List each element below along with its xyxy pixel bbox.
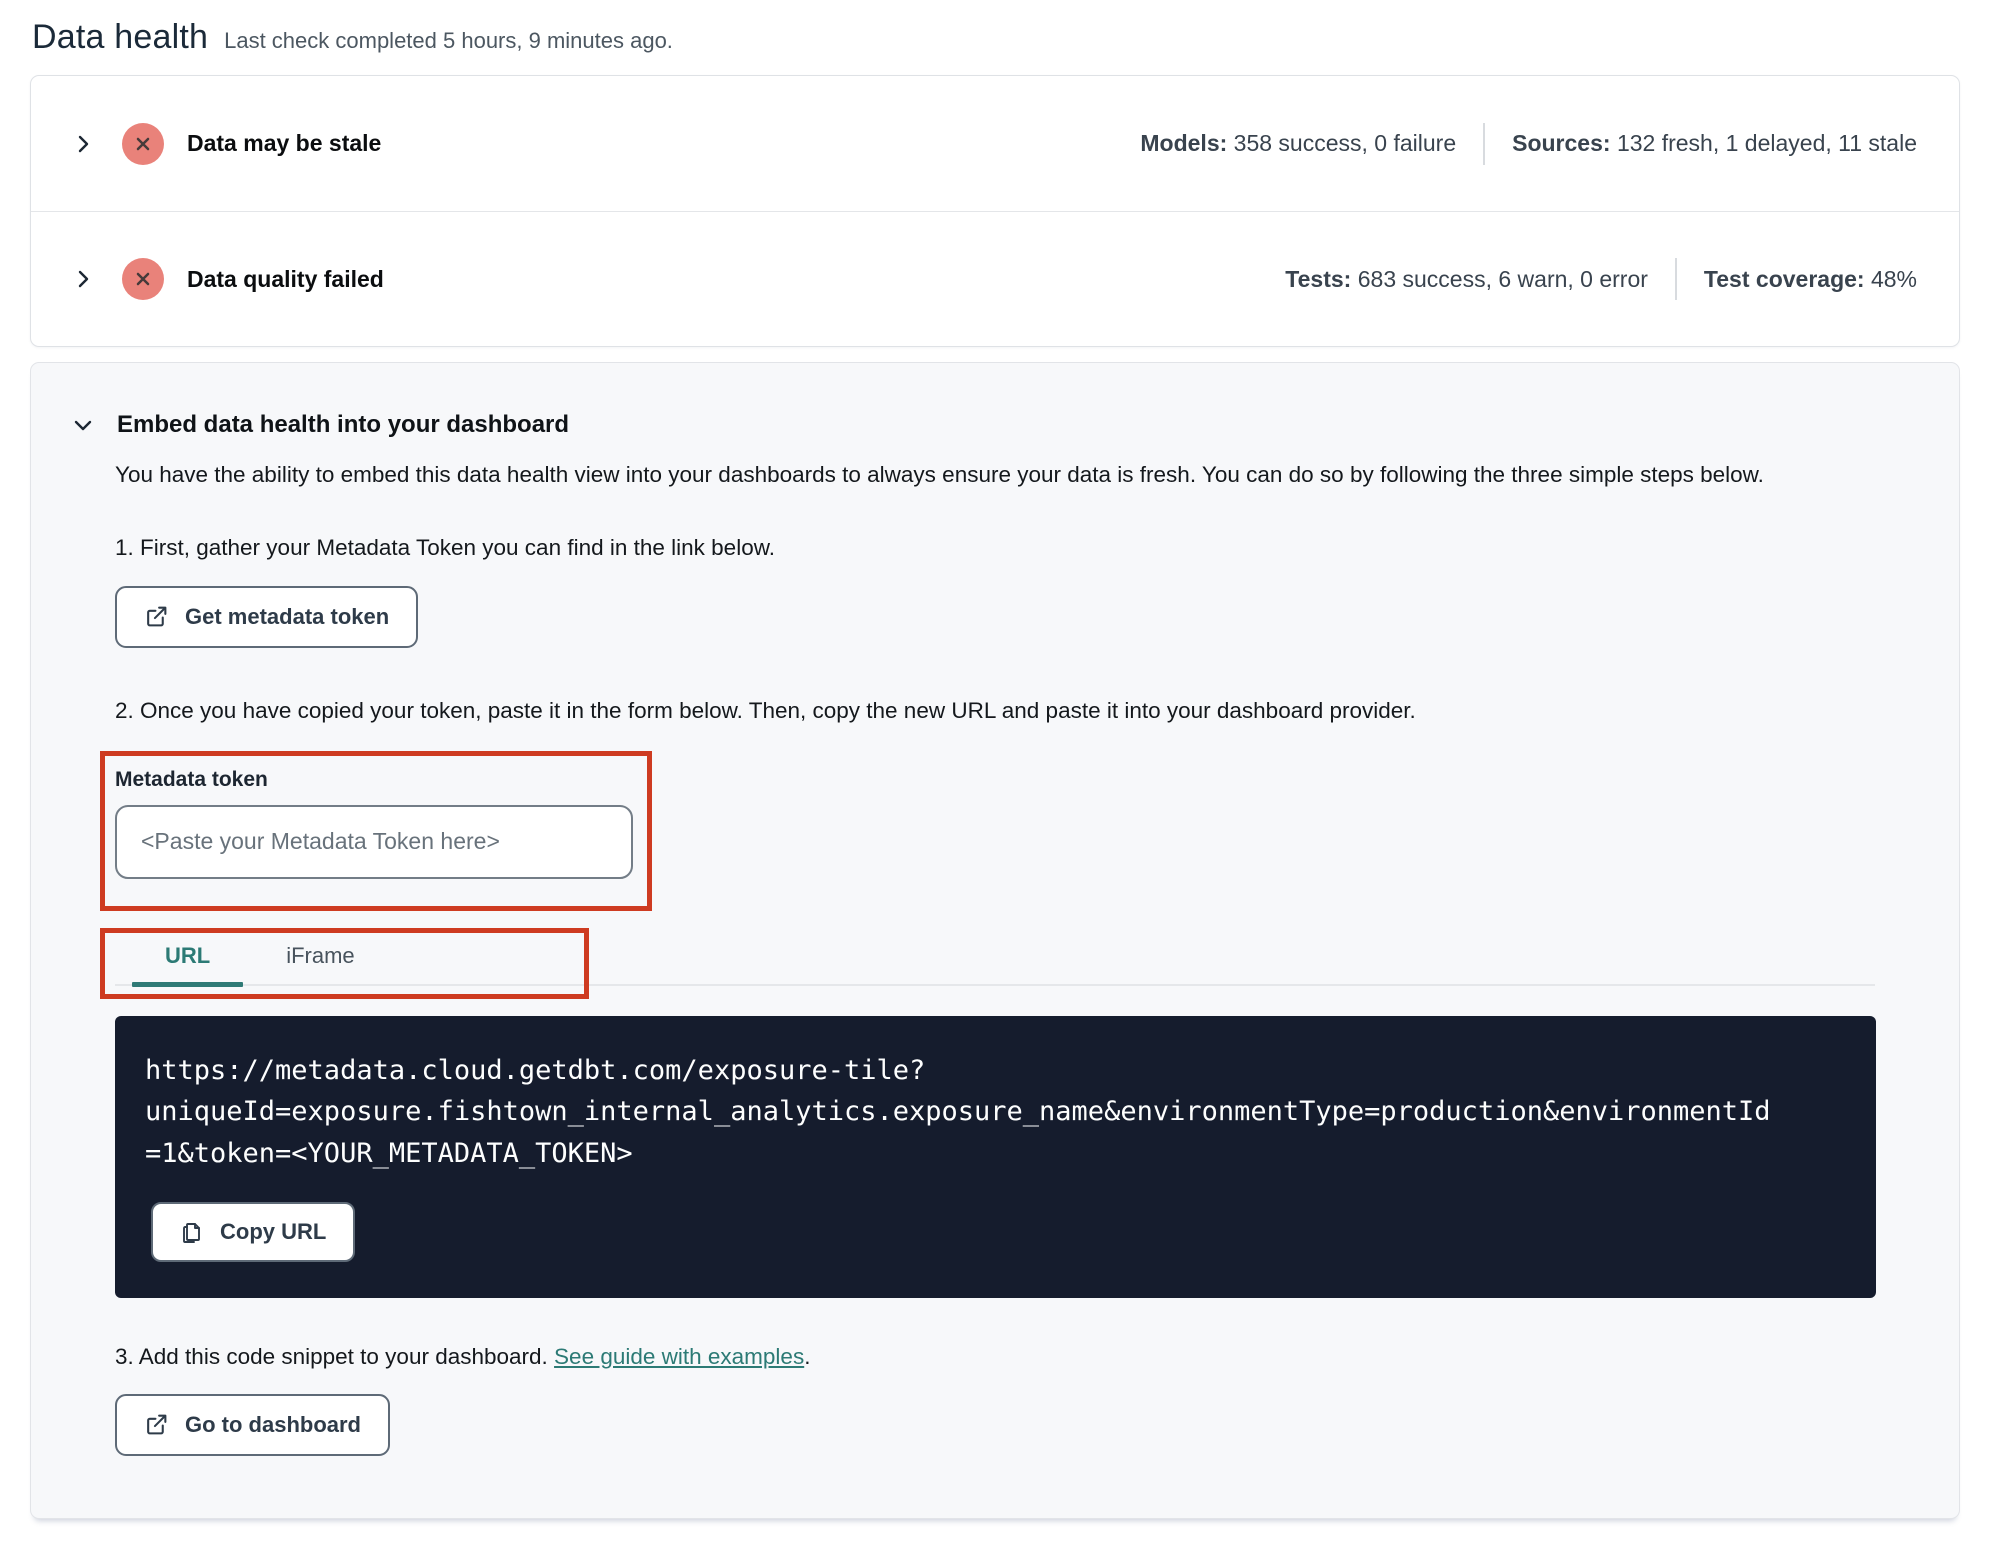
token-field-label: Metadata token xyxy=(115,767,268,791)
embed-url-line: uniqueId=exposure.fishtown_internal_anal… xyxy=(145,1096,1771,1128)
error-x-circle-icon xyxy=(122,258,164,300)
status-row-stats: Models: 358 success, 0 failure Sources: … xyxy=(1140,122,1917,165)
status-row-title: Data may be stale xyxy=(187,130,382,156)
tests-stat-value: 683 success, 6 warn, 0 error xyxy=(1357,265,1648,292)
status-row-data-stale[interactable]: Data may be stale Models: 358 success, 0… xyxy=(31,76,1959,211)
go-to-dashboard-button[interactable]: Go to dashboard xyxy=(115,1393,390,1456)
test-coverage-stat-value: 48% xyxy=(1870,265,1917,292)
annotation-box-token-field: Metadata token xyxy=(100,750,652,911)
get-metadata-token-button[interactable]: Get metadata token xyxy=(115,585,419,648)
models-stat-value: 358 success, 0 failure xyxy=(1233,130,1457,156)
chevron-right-icon[interactable] xyxy=(71,267,95,291)
copy-url-label: Copy URL xyxy=(220,1218,327,1244)
data-health-page: Data health Last check completed 5 hours… xyxy=(0,0,1990,1519)
step-3-prefix: 3. Add this code snippet to your dashboa… xyxy=(115,1343,555,1369)
output-tab-bar: URL iFrame xyxy=(115,926,1875,987)
stat-divider xyxy=(1674,258,1677,300)
embed-section-header[interactable]: Embed data health into your dashboard xyxy=(71,411,1919,439)
tab-iframe[interactable]: iFrame xyxy=(248,926,392,984)
sources-stat-label: Sources: xyxy=(1512,130,1611,156)
tests-stat-label: Tests: xyxy=(1285,265,1352,292)
chevron-right-icon[interactable] xyxy=(71,132,95,156)
models-stat-label: Models: xyxy=(1140,130,1228,156)
test-coverage-stat-label: Test coverage: xyxy=(1703,265,1865,292)
page-title: Data health xyxy=(32,18,209,56)
go-to-dashboard-label: Go to dashboard xyxy=(185,1411,361,1437)
copy-url-button[interactable]: Copy URL xyxy=(151,1201,356,1262)
page-header: Data health Last check completed 5 hours… xyxy=(30,14,1960,75)
status-row-data-quality[interactable]: Data quality failed Tests: 683 success, … xyxy=(31,211,1959,346)
output-tabs-area: URL iFrame xyxy=(100,926,1919,999)
get-metadata-token-label: Get metadata token xyxy=(185,603,390,629)
metadata-token-input[interactable] xyxy=(115,804,633,879)
models-stat: Models: 358 success, 0 failure xyxy=(1140,130,1456,157)
error-x-circle-icon xyxy=(122,122,164,165)
step-3-suffix: . xyxy=(804,1343,811,1369)
status-row-title: Data quality failed xyxy=(187,265,384,292)
step-3-text: 3. Add this code snippet to your dashboa… xyxy=(115,1344,1919,1370)
external-link-icon xyxy=(147,607,167,627)
status-panel: Data may be stale Models: 358 success, 0… xyxy=(30,75,1960,347)
step-1-text: 1. First, gather your Metadata Token you… xyxy=(115,534,775,560)
guide-examples-link[interactable]: See guide with examples xyxy=(554,1344,804,1369)
tab-url[interactable]: URL xyxy=(127,926,248,987)
embed-url-line: =1&token=<YOUR_METADATA_TOKEN> xyxy=(145,1137,633,1169)
embed-description: You have the ability to embed this data … xyxy=(115,462,1764,487)
step-2-text: 2. Once you have copied your token, past… xyxy=(115,697,1416,723)
sources-stat: Sources: 132 fresh, 1 delayed, 11 stale xyxy=(1512,130,1917,157)
external-link-icon xyxy=(147,1414,167,1435)
embed-url-code-block: https://metadata.cloud.getdbt.com/exposu… xyxy=(115,1015,1876,1298)
stat-divider xyxy=(1483,122,1486,165)
copy-icon xyxy=(183,1222,200,1243)
embed-section-content: You have the ability to embed this data … xyxy=(100,459,1919,1456)
embed-section: Embed data health into your dashboard Yo… xyxy=(30,362,1960,1519)
tests-stat: Tests: 683 success, 6 warn, 0 error xyxy=(1285,266,1648,293)
test-coverage-stat: Test coverage: 48% xyxy=(1704,266,1917,293)
embed-url-line: https://metadata.cloud.getdbt.com/exposu… xyxy=(145,1054,926,1086)
chevron-down-icon[interactable] xyxy=(71,413,95,437)
status-row-stats: Tests: 683 success, 6 warn, 0 error Test… xyxy=(1285,258,1917,300)
last-check-status: Last check completed 5 hours, 9 minutes … xyxy=(224,28,673,53)
embed-section-title: Embed data health into your dashboard xyxy=(117,411,570,438)
sources-stat-value: 132 fresh, 1 delayed, 11 stale xyxy=(1616,130,1917,156)
